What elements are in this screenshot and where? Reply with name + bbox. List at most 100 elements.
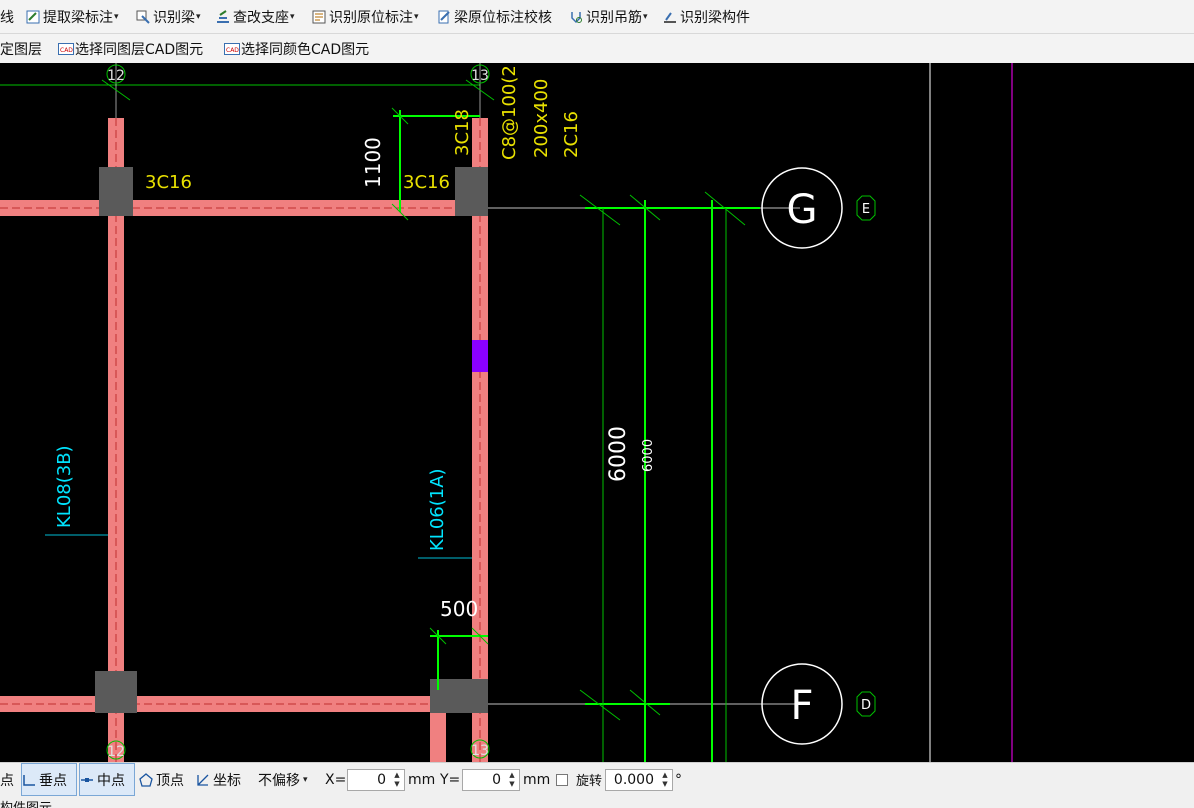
check-inplace-label-icon [437, 10, 451, 24]
axis-label-g: G [787, 187, 818, 233]
lock-layer-button[interactable]: 定图层 [0, 34, 42, 63]
beam-stub[interactable] [430, 712, 446, 762]
annotation-beam-kl06[interactable]: KL06(1A) [427, 468, 448, 551]
annotation-dim-6000-large: 6000 [606, 426, 631, 482]
vertex-icon [139, 772, 153, 787]
cad-same-color-icon: CAD [224, 42, 240, 56]
extract-beam-label-button[interactable]: 提取梁标注 ▾ [26, 0, 119, 33]
rotate-angle-value: 0.000 [613, 772, 654, 788]
snap-perpendicular-toggle[interactable]: 垂点 [21, 763, 77, 796]
annotation-dim-500: 500 [440, 597, 478, 621]
axis-label-12-bottom: 12 [107, 744, 125, 760]
svg-text:CAD: CAD [226, 47, 239, 54]
edit-support-icon [216, 9, 230, 24]
x-offset-spinner[interactable]: ▲ ▼ [391, 771, 403, 789]
check-inplace-label-button[interactable]: 梁原位标注校核 [437, 0, 552, 33]
chevron-down-icon: ▾ [643, 11, 648, 22]
rotate-checkbox-box[interactable] [556, 773, 568, 786]
x-offset-input[interactable]: 0 ▲ ▼ [347, 769, 405, 791]
snap-coordinate-label: 坐标 [213, 772, 241, 789]
chevron-down-icon: ▾ [114, 11, 119, 22]
chevron-down-icon: ▾ [414, 11, 419, 22]
tb-line-button[interactable]: 线 [0, 0, 14, 33]
snap-statusbar: 点 垂点 中点 顶点 坐标 不偏移 ▾ X= 0 ▲ ▼ mm Y= 0 ▲ ▼ mm… [0, 762, 1194, 796]
annotation-right-top-rebar[interactable]: 3C16 [403, 172, 450, 193]
snap-endpoint-label: 点 [0, 772, 14, 789]
edit-support-button[interactable]: 查改支座 ▾ [216, 0, 295, 33]
lock-layer-label: 定图层 [0, 41, 42, 58]
rotate-angle-spinner[interactable]: ▲ ▼ [659, 771, 671, 789]
axis-label-d: D [861, 698, 871, 713]
selected-beam-segment[interactable] [472, 340, 488, 372]
chevron-down-icon: ▾ [303, 774, 308, 785]
column-12-g[interactable] [99, 167, 133, 216]
select-same-layer-cad-button[interactable]: CAD 选择同图层CAD图元 [58, 34, 203, 63]
extract-beam-label-label: 提取梁标注 [43, 9, 113, 26]
bottom-status-label: 构件图元 [0, 797, 52, 808]
snap-endpoint-toggle[interactable]: 点 [0, 763, 14, 796]
select-same-color-cad-button[interactable]: CAD 选择同颜色CAD图元 [224, 34, 369, 63]
snap-midpoint-label: 中点 [97, 772, 125, 789]
degree-symbol: ° [675, 771, 682, 788]
annotation-stirrup[interactable]: C8@100(2 [499, 65, 520, 160]
identify-inplace-label-button[interactable]: 识别原位标注 ▾ [312, 0, 419, 33]
y-label: Y= [440, 771, 461, 788]
snap-midpoint-toggle[interactable]: 中点 [79, 763, 135, 796]
y-unit-label: mm [523, 771, 551, 788]
identify-hanger-bar-label: 识别吊筋 [586, 9, 642, 26]
annotation-bottom-rebar[interactable]: 2C16 [561, 111, 582, 158]
snap-vertex-label: 顶点 [156, 772, 184, 789]
axis-label-12: 12 [107, 68, 125, 84]
y-offset-spinner[interactable]: ▲ ▼ [506, 771, 518, 789]
toolbar-top: 线 提取梁标注 ▾ 识别梁 ▾ 查改支座 ▾ 识别原位标注 ▾ 梁原位标注校核 识别吊筋… [0, 0, 1194, 34]
identify-beam-label: 识别梁 [153, 9, 195, 26]
axis-bubble-12-bottom: 12 [106, 740, 126, 760]
chevron-down-icon: ▾ [290, 11, 295, 22]
annotation-beam-kl08[interactable]: KL08(3B) [54, 445, 75, 528]
identify-beam-button[interactable]: 识别梁 ▾ [136, 0, 201, 33]
axis-label-e: E [862, 202, 870, 217]
axis-label-13-bottom: 13 [471, 743, 489, 759]
identify-hanger-bar-button[interactable]: 识别吊筋 ▾ [569, 0, 648, 33]
bottom-status-row: 构件图元 [0, 796, 1194, 808]
extract-beam-label-icon [26, 10, 40, 24]
coordinate-icon [196, 773, 210, 787]
column-13-g[interactable] [455, 167, 488, 216]
toolbar-second: 定图层 CAD 选择同图层CAD图元 CAD 选择同颜色CAD图元 [0, 34, 1194, 63]
offset-mode-select[interactable]: 不偏移 ▾ [258, 763, 322, 796]
identify-beam-component-icon [663, 10, 677, 24]
y-offset-value: 0 [492, 772, 501, 788]
annotation-3c18[interactable]: 3C18 [452, 109, 473, 156]
perpendicular-icon [22, 773, 36, 787]
axis-bubble-13-bottom: 13 [470, 739, 490, 759]
cad-same-layer-icon: CAD [58, 42, 74, 56]
x-unit-label: mm [408, 771, 436, 788]
cad-drawing-canvas[interactable]: 12 13 12 13 G F E D 3C16 3C16 1100 3C18 … [0, 63, 1194, 762]
x-label: X= [325, 771, 347, 788]
chevron-down-icon: ▾ [196, 11, 201, 22]
snap-perpendicular-label: 垂点 [39, 772, 67, 789]
select-same-layer-cad-label: 选择同图层CAD图元 [75, 41, 204, 58]
annotation-section[interactable]: 200x400 [531, 79, 552, 158]
x-offset-value: 0 [377, 772, 386, 788]
identify-inplace-label-icon [312, 10, 326, 24]
midpoint-icon [80, 773, 94, 787]
snap-coordinate-toggle[interactable]: 坐标 [196, 763, 241, 796]
rotate-label: 旋转 [576, 774, 603, 789]
offset-mode-value: 不偏移 [258, 772, 300, 789]
axis-bubble-13-top: 13 [470, 64, 490, 84]
annotation-dim-1100: 1100 [361, 137, 385, 188]
svg-text:CAD: CAD [60, 47, 73, 54]
identify-beam-component-label: 识别梁构件 [680, 9, 750, 26]
rotate-checkbox[interactable]: 旋转 [556, 763, 602, 796]
identify-beam-component-button[interactable]: 识别梁构件 [663, 0, 750, 33]
y-offset-input[interactable]: 0 ▲ ▼ [462, 769, 520, 791]
edit-support-label: 查改支座 [233, 9, 289, 26]
snap-vertex-toggle[interactable]: 顶点 [139, 763, 184, 796]
axis-label-13: 13 [471, 68, 489, 84]
annotation-left-top-rebar[interactable]: 3C16 [145, 172, 192, 193]
annotation-dim-6000-small: 6000 [641, 439, 656, 472]
identify-inplace-label-label: 识别原位标注 [329, 9, 413, 26]
column-12-f[interactable] [95, 671, 137, 713]
rotate-angle-input[interactable]: 0.000 ▲ ▼ [605, 769, 673, 791]
